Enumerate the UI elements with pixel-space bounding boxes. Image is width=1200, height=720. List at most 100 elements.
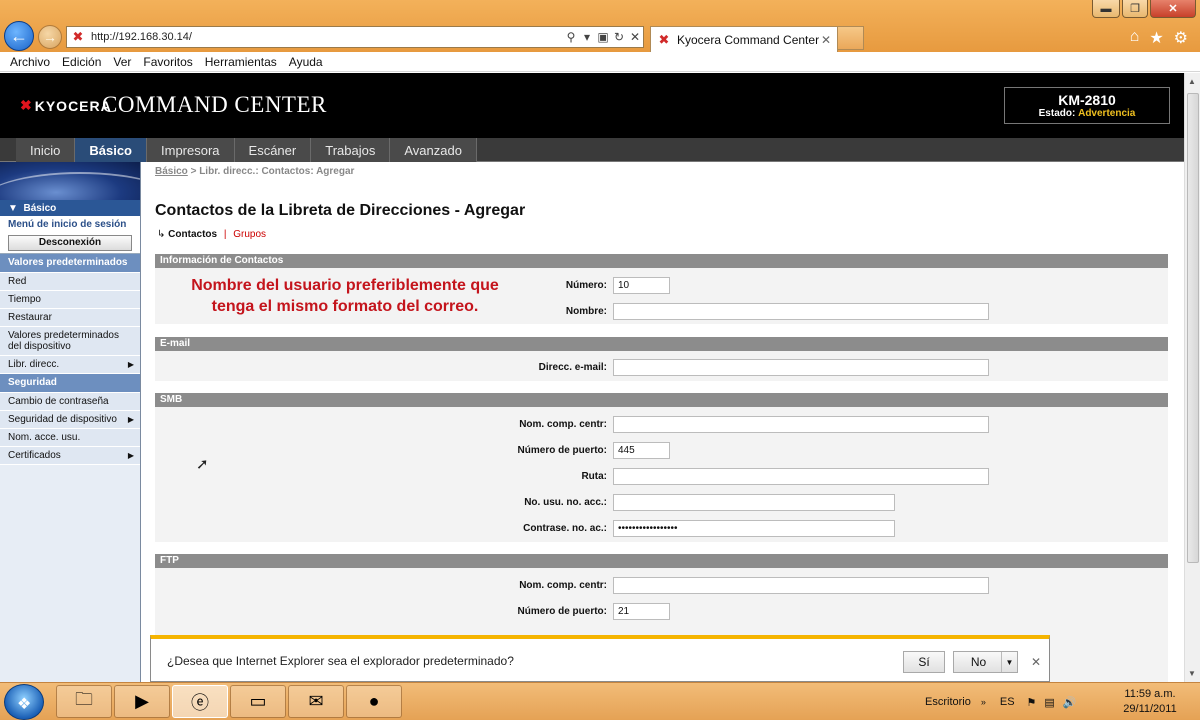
- tab-avanzado[interactable]: Avanzado: [390, 138, 477, 162]
- smb-user-field[interactable]: [613, 494, 895, 511]
- sidebar-item-device-security-label: Seguridad de dispositivo: [8, 414, 117, 425]
- refresh-icon[interactable]: ↻: [611, 30, 627, 44]
- explorer-taskbar-icon[interactable]: 🗀: [56, 685, 112, 718]
- smb-path-field[interactable]: [613, 468, 989, 485]
- scroll-up-icon[interactable]: ▲: [1188, 77, 1196, 86]
- settings-gear-icon[interactable]: ⚙: [1174, 28, 1188, 48]
- no-button[interactable]: No ▼: [953, 651, 1018, 673]
- sidebar-item-device-security[interactable]: Seguridad de dispositivo ▶: [0, 411, 140, 429]
- dropdown-icon[interactable]: ▾: [579, 30, 595, 44]
- stop-icon[interactable]: ✕: [627, 30, 643, 44]
- internet-explorer-taskbar-icon[interactable]: ⓔ: [172, 685, 228, 718]
- submenu-arrow-icon: ▶: [127, 360, 134, 369]
- flag-icon[interactable]: ⚑: [1027, 696, 1037, 709]
- section-email: E-mail: [155, 337, 1168, 351]
- minimize-button[interactable]: ▬: [1092, 0, 1120, 18]
- scroll-thumb[interactable]: [1187, 93, 1199, 563]
- document-taskbar-icon[interactable]: ✉: [288, 685, 344, 718]
- language-indicator[interactable]: ES: [1000, 696, 1015, 708]
- clock[interactable]: 11:59 a.m. 29/11/2011: [1110, 687, 1190, 717]
- favorites-star-icon[interactable]: ★: [1149, 28, 1163, 48]
- sidebar-item-red[interactable]: Red: [0, 273, 140, 291]
- no-button-label: No: [970, 655, 987, 669]
- kyocera-favicon-icon: ✖: [72, 29, 84, 44]
- sidebar-banner: [0, 162, 140, 200]
- sidebar-item-addressbook[interactable]: Libr. direcc. ▶: [0, 356, 140, 374]
- ftp-port-label: Número de puerto:: [517, 606, 607, 617]
- close-window-button[interactable]: ✕: [1150, 0, 1196, 18]
- ftp-port-field[interactable]: 21: [613, 603, 670, 620]
- media-player-taskbar-icon[interactable]: ▶: [114, 685, 170, 718]
- sidebar-section-defaults[interactable]: Valores predeterminados: [0, 254, 140, 273]
- smb-host-label: Nom. comp. centr:: [519, 419, 607, 430]
- desktop-toolbar-label[interactable]: Escritorio: [925, 696, 971, 708]
- smb-pass-label: Contrase. no. ac.:: [523, 523, 607, 534]
- subnav-contactos: Contactos: [168, 229, 218, 240]
- menu-archivo[interactable]: Archivo: [4, 55, 56, 69]
- sidebar-item-password[interactable]: Cambio de contraseña: [0, 393, 140, 411]
- smb-port-field[interactable]: 445: [613, 442, 670, 459]
- expand-icon[interactable]: »: [981, 697, 986, 707]
- yes-button[interactable]: Sí: [903, 651, 945, 673]
- subnav-grupos-link[interactable]: Grupos: [233, 229, 266, 240]
- session-menu-label: Menú de inicio de sesión: [0, 217, 140, 232]
- section-smb: SMB: [155, 393, 1168, 407]
- number-field[interactable]: 10: [613, 277, 670, 294]
- email-field[interactable]: [613, 359, 989, 376]
- page-title: Contactos de la Libreta de Direcciones -…: [155, 202, 526, 219]
- compat-view-icon[interactable]: ▣: [595, 30, 611, 44]
- new-tab-button[interactable]: [838, 26, 864, 50]
- maximize-button[interactable]: ❐: [1122, 0, 1148, 18]
- sidebar-section-security[interactable]: Seguridad: [0, 374, 140, 393]
- sidebar-item-user-access[interactable]: Nom. acce. usu.: [0, 429, 140, 447]
- sidebar: ▼ Básico Menú de inicio de sesión Descon…: [0, 162, 141, 682]
- collapse-triangle-icon: ▼: [8, 202, 24, 214]
- tab-impresora[interactable]: Impresora: [147, 138, 235, 162]
- vertical-scrollbar[interactable]: ▲ ▼: [1184, 73, 1200, 682]
- breadcrumb-current: Libr. direcc.: Contactos: Agregar: [199, 166, 355, 177]
- folder-taskbar-icon[interactable]: ▭: [230, 685, 286, 718]
- tab-trabajos[interactable]: Trabajos: [311, 138, 391, 162]
- logout-button[interactable]: Desconexión: [8, 234, 132, 251]
- menu-ver[interactable]: Ver: [107, 55, 137, 69]
- back-button[interactable]: ←: [4, 21, 34, 51]
- system-tray: Escritorio » ES ⚑ ▤ 🔊: [925, 683, 1077, 720]
- breadcrumb-link-basico[interactable]: Básico: [155, 166, 188, 177]
- menu-bar: Archivo Edición Ver Favoritos Herramient…: [0, 52, 1200, 72]
- infobar-close-icon[interactable]: ✕: [1031, 655, 1041, 669]
- sidebar-item-device-defaults[interactable]: Valores predeterminados del dispositivo: [0, 327, 140, 356]
- sub-nav: ↳ Contactos | Grupos: [157, 229, 266, 240]
- tab-close-icon[interactable]: ✕: [821, 33, 837, 47]
- sidebar-item-tiempo[interactable]: Tiempo: [0, 291, 140, 309]
- sidebar-item-restaurar[interactable]: Restaurar: [0, 309, 140, 327]
- forward-button[interactable]: →: [38, 25, 62, 49]
- address-bar[interactable]: ✖ http://192.168.30.14/ ⚲ ▾ ▣ ↻ ✕: [66, 26, 644, 48]
- ftp-host-field[interactable]: [613, 577, 989, 594]
- sidebar-item-certificates[interactable]: Certificados ▶: [0, 447, 140, 465]
- smb-host-field[interactable]: [613, 416, 989, 433]
- name-field[interactable]: [613, 303, 989, 320]
- network-icon[interactable]: ▤: [1044, 696, 1054, 709]
- menu-favoritos[interactable]: Favoritos: [137, 55, 198, 69]
- menu-herramientas[interactable]: Herramientas: [199, 55, 283, 69]
- sidebar-basic-header[interactable]: ▼ Básico: [0, 200, 140, 217]
- recorder-taskbar-icon[interactable]: ●: [346, 685, 402, 718]
- device-model: KM-2810: [1058, 92, 1116, 108]
- menu-edicion[interactable]: Edición: [56, 55, 107, 69]
- smb-pass-field[interactable]: •••••••••••••••••: [613, 520, 895, 537]
- search-icon[interactable]: ⚲: [563, 30, 579, 44]
- tab-inicio[interactable]: Inicio: [16, 138, 76, 162]
- menu-ayuda[interactable]: Ayuda: [283, 55, 329, 69]
- default-browser-infobar: ¿Desea que Internet Explorer sea el expl…: [150, 635, 1050, 682]
- home-icon[interactable]: ⌂: [1130, 28, 1140, 48]
- chevron-down-icon[interactable]: ▼: [1001, 652, 1017, 672]
- url-text[interactable]: http://192.168.30.14/: [91, 31, 563, 43]
- browser-tab[interactable]: ✖ Kyocera Command Center ✕: [650, 26, 838, 52]
- scroll-down-icon[interactable]: ▼: [1188, 669, 1196, 678]
- tab-basico[interactable]: Básico: [75, 138, 147, 162]
- volume-icon[interactable]: 🔊: [1063, 696, 1077, 709]
- tab-escaner[interactable]: Escáner: [234, 138, 312, 162]
- arrow-return-icon: ↳: [157, 229, 169, 240]
- start-button[interactable]: ❖: [4, 684, 44, 720]
- page-header: ✖ KYOCERA COMMAND CENTER KM-2810 Estado:…: [0, 73, 1184, 138]
